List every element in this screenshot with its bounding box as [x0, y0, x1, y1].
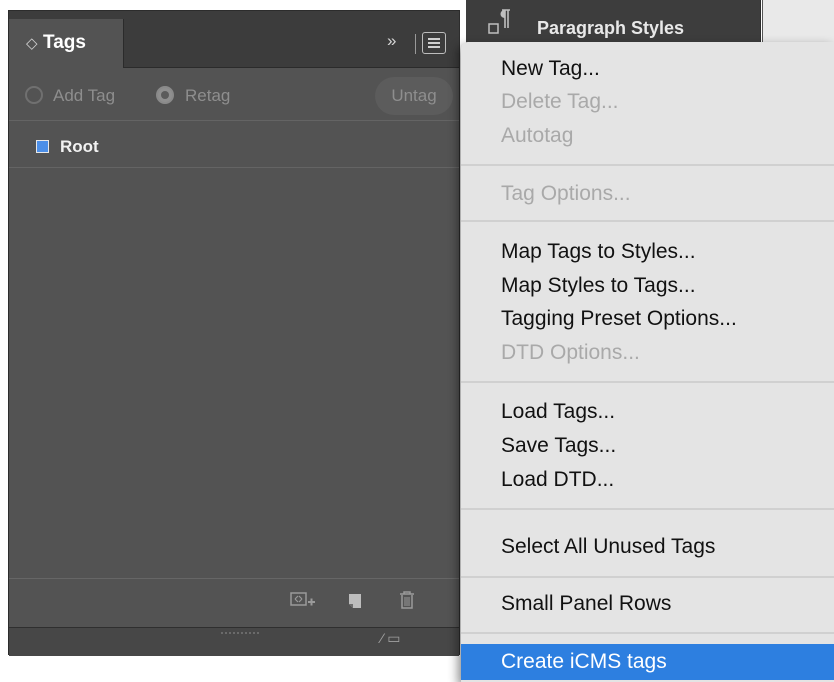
list-row-separator — [9, 167, 459, 168]
tab-divider — [415, 34, 416, 54]
footer-tools-icon: ⁄ ▭ — [381, 630, 401, 646]
tag-color-swatch — [36, 140, 49, 153]
tab-tags-label: Tags — [43, 32, 86, 53]
menu-line — [428, 42, 440, 44]
menu-line — [428, 46, 440, 48]
menu-item-select-all-unused-tags[interactable]: Select All Unused Tags — [461, 530, 834, 563]
menu-line — [428, 38, 440, 40]
trash-icon[interactable] — [399, 590, 415, 615]
menu-item-load-dtd[interactable]: Load DTD... — [461, 463, 834, 496]
new-tag-from-style-icon[interactable] — [290, 591, 316, 614]
list-top-separator — [9, 120, 459, 121]
tags-panel: ◇ Tags » Add Tag Retag Untag Root ⁄ ▭ — [8, 10, 460, 656]
menu-item-tag-options[interactable]: Tag Options... — [461, 177, 834, 210]
tags-panel-menu: New Tag... Delete Tag... Autotag Tag Opt… — [461, 42, 834, 682]
menu-separator — [461, 220, 834, 222]
collapse-panel-icon[interactable]: » — [387, 31, 397, 51]
new-tag-icon[interactable] — [348, 593, 362, 614]
paragraph-styles-title: Paragraph Styles — [537, 18, 685, 38]
retag-radio[interactable] — [156, 86, 174, 104]
menu-item-delete-tag[interactable]: Delete Tag... — [461, 85, 834, 118]
menu-item-map-styles-to-tags[interactable]: Map Styles to Tags... — [461, 269, 834, 302]
menu-item-autotag[interactable]: Autotag — [461, 119, 834, 152]
retag-label[interactable]: Retag — [185, 86, 230, 106]
tag-name[interactable]: Root — [60, 137, 99, 157]
tab-collapse-arrows-icon[interactable]: ◇ — [26, 34, 38, 52]
menu-separator — [461, 381, 834, 383]
menu-item-create-icms-tags[interactable]: Create iCMS tags — [461, 644, 834, 680]
menu-separator — [461, 164, 834, 166]
paragraph-icon — [488, 8, 512, 42]
tab-strip: ◇ Tags » — [9, 11, 459, 68]
untag-button[interactable]: Untag — [375, 77, 453, 115]
menu-item-tagging-preset-options[interactable]: Tagging Preset Options... — [461, 302, 834, 335]
menu-separator — [461, 576, 834, 578]
panel-menu-button[interactable] — [422, 32, 446, 54]
tags-toolbar: Add Tag Retag Untag — [9, 68, 459, 120]
menu-item-small-panel-rows[interactable]: Small Panel Rows — [461, 587, 834, 620]
add-tag-radio[interactable] — [25, 86, 43, 104]
menu-separator — [461, 508, 834, 510]
menu-item-new-tag[interactable]: New Tag... — [461, 52, 834, 85]
panel-bottom-bar — [9, 579, 459, 625]
add-tag-label[interactable]: Add Tag — [53, 86, 115, 106]
menu-item-map-tags-to-styles[interactable]: Map Tags to Styles... — [461, 235, 834, 268]
menu-item-save-tags[interactable]: Save Tags... — [461, 429, 834, 462]
menu-item-dtd-options[interactable]: DTD Options... — [461, 336, 834, 369]
panel-footer-strip: ⁄ ▭ — [9, 627, 459, 656]
menu-separator — [461, 632, 834, 634]
resize-grip[interactable] — [221, 632, 259, 637]
menu-item-load-tags[interactable]: Load Tags... — [461, 395, 834, 428]
tab-tags[interactable]: ◇ Tags — [9, 19, 124, 68]
